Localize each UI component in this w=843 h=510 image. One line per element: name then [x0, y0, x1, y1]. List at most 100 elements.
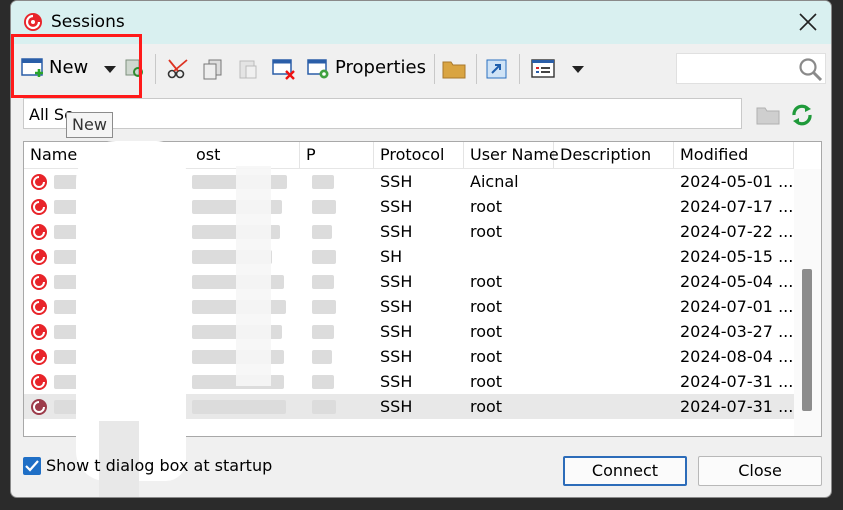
- new-tooltip: New: [66, 112, 113, 138]
- cut-button[interactable]: [167, 54, 191, 82]
- redacted-port: [312, 200, 336, 214]
- redacted-port: [312, 325, 334, 339]
- toolbar-separator: [434, 54, 435, 84]
- redacted-port: [312, 175, 334, 189]
- user-name-cell: root: [470, 322, 503, 341]
- redacted-port: [312, 275, 334, 289]
- search-icon: [799, 58, 823, 81]
- protocol-cell: SSH: [380, 197, 413, 216]
- folder-icon: [442, 61, 466, 79]
- toolbar-separator: [155, 54, 156, 84]
- settings-icon: [307, 59, 329, 79]
- session-icon: [31, 224, 47, 240]
- new-session-icon: [21, 58, 43, 77]
- delete-icon: [272, 59, 295, 80]
- copy-icon: [203, 59, 222, 80]
- close-button[interactable]: Close: [698, 456, 822, 486]
- chevron-down-icon: [104, 66, 116, 73]
- open-session-button[interactable]: [485, 54, 509, 82]
- connect-button[interactable]: Connect: [563, 456, 687, 486]
- view-button[interactable]: [531, 54, 557, 82]
- toolbar: New Properties: [11, 46, 831, 92]
- modified-cell: 2024-07-17 ...: [680, 197, 794, 216]
- chevron-down-icon: [572, 66, 584, 73]
- show-at-startup-label: Show t dialog box at startup: [46, 456, 273, 475]
- redacted-port: [312, 225, 332, 239]
- user-name-cell: root: [470, 397, 503, 416]
- copy-button[interactable]: [202, 54, 224, 82]
- protocol-cell: SSH: [380, 322, 413, 341]
- column-header-user-name[interactable]: User Name: [464, 142, 559, 168]
- new-session-button[interactable]: New: [21, 54, 96, 82]
- refresh-icon[interactable]: [790, 103, 814, 127]
- properties-button-label: Properties: [335, 57, 426, 78]
- delete-button[interactable]: [272, 54, 296, 82]
- modified-cell: 2024-05-01 ...: [680, 172, 794, 191]
- protocol-cell: SSH: [380, 222, 413, 241]
- new-folder-button[interactable]: [442, 54, 466, 82]
- folder-settings-icon[interactable]: [756, 104, 780, 126]
- window-title: Sessions: [51, 12, 125, 32]
- column-header-modified[interactable]: Modified: [674, 142, 794, 168]
- dialog-footer: Show t dialog box at startup Connect Clo…: [11, 447, 831, 497]
- paste-button[interactable]: [237, 54, 259, 82]
- redaction-blur: [236, 166, 271, 386]
- column-header-host[interactable]: ost: [190, 142, 300, 168]
- toolbar-separator: [519, 54, 520, 84]
- description-cell: [554, 269, 674, 294]
- find-icon: [125, 59, 143, 77]
- redacted-host: [192, 400, 286, 414]
- redacted-port: [312, 400, 336, 414]
- modified-cell: 2024-03-27 ...: [680, 322, 794, 341]
- column-header-protocol[interactable]: Protocol: [374, 142, 464, 168]
- app-logo-icon: [24, 13, 42, 31]
- user-name-cell: root: [470, 347, 503, 366]
- column-header-port[interactable]: P: [300, 142, 374, 168]
- protocol-cell: SH: [380, 247, 403, 266]
- toolbar-separator: [476, 54, 477, 84]
- view-dropdown-button[interactable]: [570, 54, 586, 82]
- show-at-startup-checkbox[interactable]: [23, 457, 41, 475]
- description-cell: [554, 294, 674, 319]
- session-icon: [31, 374, 47, 390]
- description-cell: [554, 169, 674, 194]
- protocol-cell: SSH: [380, 372, 413, 391]
- vertical-scrollbar[interactable]: [794, 169, 821, 436]
- properties-button[interactable]: Properties: [307, 54, 427, 82]
- list-view-icon: [531, 59, 555, 78]
- user-name-cell: [464, 244, 554, 269]
- redacted-port: [312, 300, 336, 314]
- user-name-cell: root: [470, 297, 503, 316]
- session-icon: [31, 324, 47, 340]
- find-session-button[interactable]: [124, 54, 148, 82]
- column-header-description[interactable]: Description: [554, 142, 674, 168]
- close-window-button[interactable]: [785, 1, 831, 44]
- folder-path-field[interactable]: All Se: [23, 98, 742, 129]
- session-icon: [31, 174, 47, 190]
- new-button-label: New: [49, 57, 89, 78]
- new-dropdown-button[interactable]: [101, 54, 119, 82]
- checkmark-icon: [25, 460, 39, 472]
- modified-cell: 2024-07-22 ...: [680, 222, 794, 241]
- description-cell: [554, 369, 674, 394]
- description-cell: [554, 244, 674, 269]
- session-icon: [31, 299, 47, 315]
- scrollbar-thumb[interactable]: [802, 269, 812, 411]
- description-cell: [554, 219, 674, 244]
- sessions-window: Sessions New Properties All Se New Name …: [10, 0, 832, 498]
- session-icon: [31, 274, 47, 290]
- description-cell: [554, 194, 674, 219]
- user-name-cell: root: [470, 372, 503, 391]
- protocol-cell: SSH: [380, 297, 413, 316]
- protocol-cell: SSH: [380, 272, 413, 291]
- description-cell: [554, 319, 674, 344]
- modified-cell: 2024-07-31 ...: [680, 372, 794, 391]
- title-bar[interactable]: Sessions: [11, 1, 831, 44]
- scissors-icon: [167, 59, 188, 79]
- modified-cell: 2024-05-15 ...: [680, 247, 794, 266]
- search-input[interactable]: [676, 53, 826, 84]
- user-name-cell: Aicnal: [470, 172, 519, 191]
- modified-cell: 2024-05-04 ...: [680, 272, 794, 291]
- session-icon: [31, 349, 47, 365]
- redacted-port: [312, 375, 334, 389]
